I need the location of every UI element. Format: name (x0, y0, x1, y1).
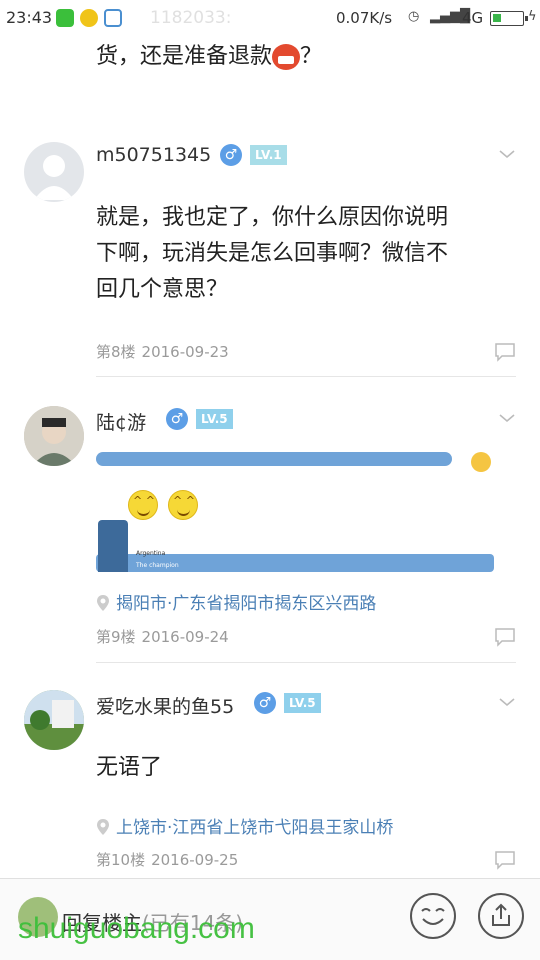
app-plus-icon (80, 9, 98, 27)
charging-icon: ϟ (528, 9, 537, 24)
battery-icon (490, 11, 528, 26)
username[interactable]: 陆¢游 (96, 408, 146, 435)
signature-banner: Argentina The champion (96, 520, 494, 572)
smiley-emoji-icon (168, 490, 198, 520)
floor-number: 第10楼 (96, 851, 146, 869)
male-icon: ♂ (166, 408, 188, 430)
reply-icon[interactable] (494, 627, 516, 647)
location-text: 揭阳市·广东省揭阳市揭东区兴西路 (116, 594, 377, 614)
scan-icon (104, 9, 122, 27)
share-icon (492, 903, 510, 926)
location-pin-icon (97, 595, 109, 611)
location-pin-icon (97, 819, 109, 835)
emoji-button[interactable] (410, 893, 456, 939)
status-bar: 23:43 0.07K/s ◷ ▂▄▆█ 4G ϟ (0, 0, 540, 38)
post-meta: 第10楼 2016-09-25 (96, 849, 238, 870)
sun-icon (471, 452, 491, 472)
signature-text: Argentina (136, 550, 166, 557)
post-line: 下啊，玩消失是怎么回事啊？微信不 (96, 241, 449, 266)
level-badge: LV.5 (284, 693, 321, 713)
location-link[interactable]: 上饶市·江西省上饶市弋阳县王家山桥 (96, 813, 393, 838)
post-meta: 第9楼 2016-09-24 (96, 626, 229, 647)
wechat-icon (56, 9, 74, 27)
post-body: 无语了 (96, 750, 162, 786)
reply-icon[interactable] (494, 850, 516, 870)
share-button[interactable] (478, 893, 524, 939)
trophy-figure (98, 520, 128, 572)
alarm-icon: ◷ (408, 9, 420, 24)
username[interactable]: m50751345 (96, 144, 211, 166)
post-date: 2016-09-23 (141, 343, 229, 361)
divider (96, 376, 516, 377)
chevron-down-icon[interactable] (498, 409, 516, 427)
male-icon: ♂ (220, 144, 242, 166)
previous-post-tail: 货，还是准备退款 ？ (96, 38, 322, 70)
previous-post-text: 货，还是准备退款 (96, 44, 273, 69)
avatar[interactable] (24, 690, 84, 750)
level-badge: LV.5 (196, 409, 233, 429)
floor-number: 第8楼 (96, 343, 136, 361)
chevron-down-icon[interactable] (498, 693, 516, 711)
angry-emoji-icon (272, 44, 301, 70)
chevron-down-icon[interactable] (498, 145, 516, 163)
post-line: 无语了 (96, 755, 163, 780)
location-link[interactable]: 揭阳市·广东省揭阳市揭东区兴西路 (96, 589, 376, 614)
emoji-face-icon (421, 908, 445, 925)
post-date: 2016-09-24 (141, 628, 229, 646)
avatar[interactable] (24, 142, 84, 202)
status-time: 23:43 (6, 8, 53, 27)
post-body: 就是，我也定了，你什么原因你说明 下啊，玩消失是怎么回事啊？微信不 回几个意思？ (96, 200, 448, 308)
location-text: 上饶市·江西省上饶市弋阳县王家山桥 (116, 818, 394, 838)
watermark-text: shuiguobang.com (18, 912, 255, 945)
post-meta: 第8楼 2016-09-23 (96, 341, 229, 362)
post-line: 就是，我也定了，你什么原因你说明 (96, 205, 449, 230)
level-badge: LV.1 (250, 145, 287, 165)
divider (96, 662, 516, 663)
header-ghost-text: 1182033: (150, 8, 232, 28)
network-type: 4G (462, 9, 484, 27)
floor-number: 第9楼 (96, 628, 136, 646)
reply-icon[interactable] (494, 342, 516, 362)
post-line: 回几个意思？ (96, 277, 229, 302)
net-speed: 0.07K/s (336, 9, 393, 27)
avatar[interactable] (24, 406, 84, 466)
smiley-emoji-icon (128, 490, 158, 520)
username[interactable]: 爱吃水果的鱼55 (96, 692, 234, 719)
male-icon: ♂ (254, 692, 276, 714)
signature-text: The champion (136, 562, 179, 569)
signature-bar (96, 452, 452, 466)
previous-post-end: ？ (300, 44, 323, 69)
post-date: 2016-09-25 (151, 851, 239, 869)
